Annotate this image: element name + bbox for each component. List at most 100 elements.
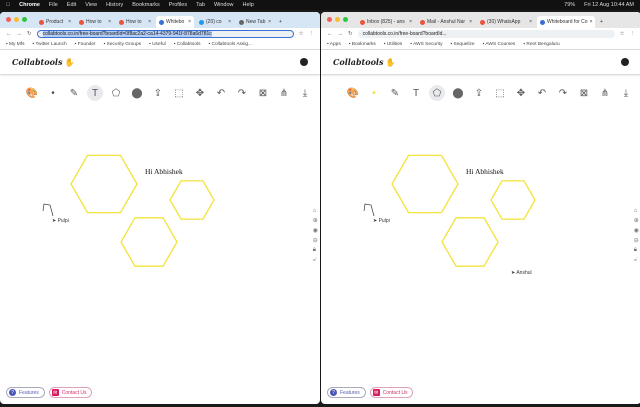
back-icon[interactable]: ← <box>327 31 333 37</box>
bookmark-item[interactable]: ▪ Apps <box>327 42 341 47</box>
new-tab-button[interactable]: + <box>276 16 286 28</box>
bookmark-item[interactable]: ▪ AWS Security <box>410 42 442 47</box>
clear-icon[interactable]: ⊠ <box>255 85 271 101</box>
reload-icon[interactable]: ↻ <box>27 31 32 37</box>
hexagon-shape[interactable] <box>120 217 178 267</box>
lock-icon[interactable]: 🔒︎ <box>634 247 639 254</box>
bookmark-item[interactable]: ▪ Utilities <box>384 42 403 47</box>
zoom-in-icon[interactable]: ⊕ <box>634 217 639 224</box>
bookmark-star-icon[interactable]: ☆ <box>299 31 304 37</box>
address-bar[interactable]: collabtools.co.in/free-board?boardId=0f8… <box>36 29 294 38</box>
palette-icon[interactable]: 🎨 <box>24 85 40 101</box>
bookmark-item[interactable]: ▪ Collabtools <box>174 42 201 47</box>
menu-chrome[interactable]: Chrome <box>19 2 40 8</box>
hexagon-shape[interactable] <box>169 180 215 220</box>
menu-bookmarks[interactable]: Bookmarks <box>132 2 160 8</box>
bookmark-item[interactable]: ▪ Sequelize <box>450 42 474 47</box>
zoom-in-icon[interactable]: ⊕ <box>313 217 318 224</box>
canvas-text[interactable]: Hi Abhishek <box>145 167 183 176</box>
browser-tab[interactable]: (20) co × <box>196 16 234 28</box>
bookmark-star-icon[interactable]: ☆ <box>620 31 625 37</box>
zoom-out-icon[interactable]: ⊖ <box>634 237 639 244</box>
redo-icon[interactable]: ↷ <box>234 85 250 101</box>
hexagon-shape[interactable] <box>391 154 459 214</box>
menu-file[interactable]: File <box>49 2 58 8</box>
browser-tab[interactable]: Whiteboard for Co × <box>537 16 595 28</box>
lock-icon[interactable]: 🔒︎ <box>313 247 318 254</box>
unlock-icon[interactable]: 🔓︎ <box>313 257 318 264</box>
browser-tab[interactable]: Mail - Anshul Nar × <box>417 16 475 28</box>
menu-profiles[interactable]: Profiles <box>169 2 187 8</box>
unlock-icon[interactable]: 🔓︎ <box>634 257 639 264</box>
hexagon-shape[interactable] <box>70 154 138 214</box>
browser-tab[interactable]: How to × <box>116 16 154 28</box>
browser-tab[interactable]: Product × <box>36 16 74 28</box>
pencil-icon[interactable]: ✎ <box>387 85 403 101</box>
menu-view[interactable]: View <box>85 2 97 8</box>
brush-size-icon[interactable]: • <box>45 85 61 101</box>
hexagon-shape[interactable] <box>490 180 536 220</box>
brush-size-icon[interactable]: • <box>366 85 382 101</box>
extensions-icon[interactable]: ⋮ <box>309 31 315 37</box>
contact-us-button[interactable]: ✉ Contact Us <box>369 387 414 398</box>
hexagon-shape[interactable] <box>441 217 499 267</box>
bookmark-item[interactable]: ▪ Bookmarks <box>349 42 376 47</box>
move-icon[interactable]: ✥ <box>513 85 529 101</box>
contact-us-button[interactable]: ✉ Contact Us <box>48 387 93 398</box>
shapes-icon[interactable]: ⬠ <box>429 85 445 101</box>
bookmark-item[interactable]: ▪ Founder <box>75 42 96 47</box>
browser-tab[interactable]: (30) WhatsApp × <box>477 16 535 28</box>
user-account-icon[interactable] <box>621 58 629 66</box>
forward-icon[interactable]: → <box>338 31 344 37</box>
share-icon[interactable]: ⋔ <box>276 85 292 101</box>
upload-icon[interactable]: ⇪ <box>471 85 487 101</box>
user-account-icon[interactable] <box>300 58 308 66</box>
select-icon[interactable]: ⬚ <box>171 85 187 101</box>
menu-tab[interactable]: Tab <box>196 2 205 8</box>
whiteboard-canvas[interactable]: Hi Abhishek ➤ Pulpi <box>0 108 320 388</box>
palette-icon[interactable]: 🎨 <box>345 85 361 101</box>
reload-icon[interactable]: ↻ <box>348 31 353 37</box>
upload-icon[interactable]: ⇪ <box>150 85 166 101</box>
text-icon[interactable]: T <box>408 85 424 101</box>
back-icon[interactable]: ← <box>6 31 12 37</box>
browser-tab[interactable]: Whitebo × <box>156 16 194 28</box>
zoom-out-icon[interactable]: ⊖ <box>313 237 318 244</box>
close-tab-icon[interactable]: × <box>108 19 111 25</box>
freehand-stroke[interactable] <box>42 203 54 217</box>
canvas-text[interactable]: Hi Abhishek <box>466 167 504 176</box>
zoom-reset-icon[interactable]: ◉ <box>634 227 639 234</box>
collabtools-logo[interactable]: Collabtools ✋ <box>12 57 74 67</box>
delete-icon[interactable]: ⬤ <box>450 85 466 101</box>
bookmark-item[interactable]: ▪ Rent Bengaluru <box>523 42 559 47</box>
share-icon[interactable]: ⋔ <box>597 85 613 101</box>
bookmark-item[interactable]: ▪ Security Groups <box>104 42 141 47</box>
clear-icon[interactable]: ⊠ <box>576 85 592 101</box>
download-icon[interactable]: ⤓ <box>297 85 313 101</box>
menu-history[interactable]: History <box>106 2 123 8</box>
shapes-icon[interactable]: ⬠ <box>108 85 124 101</box>
undo-icon[interactable]: ↶ <box>213 85 229 101</box>
window-controls[interactable] <box>6 17 27 22</box>
bookmark-item[interactable]: ▪ Twitter Launch <box>33 42 67 47</box>
address-bar[interactable]: collabtools.co.in/free-board?boardId... <box>357 29 615 38</box>
download-icon[interactable]: ⤓ <box>618 85 634 101</box>
window-controls[interactable] <box>327 17 348 22</box>
menu-edit[interactable]: Edit <box>67 2 76 8</box>
close-tab-icon[interactable]: × <box>268 19 271 25</box>
home-icon[interactable]: ⌂ <box>313 208 318 214</box>
select-icon[interactable]: ⬚ <box>492 85 508 101</box>
forward-icon[interactable]: → <box>17 31 23 37</box>
pencil-icon[interactable]: ✎ <box>66 85 82 101</box>
bookmark-item[interactable]: ▪ Useful <box>149 42 166 47</box>
features-button[interactable]: ? Features <box>6 387 45 398</box>
browser-tab[interactable]: How to × <box>76 16 114 28</box>
collabtools-logo[interactable]: Collabtools ✋ <box>333 57 395 67</box>
close-tab-icon[interactable]: × <box>148 19 151 25</box>
bookmark-item[interactable]: ▪ My Mfs <box>6 42 25 47</box>
home-icon[interactable]: ⌂ <box>634 208 639 214</box>
browser-tab[interactable]: Inbox (825) - ans × <box>357 16 415 28</box>
bookmark-item[interactable]: ▪ AWS Courses <box>483 42 516 47</box>
text-icon[interactable]: T <box>87 85 103 101</box>
extensions-icon[interactable]: ⋮ <box>630 31 636 37</box>
